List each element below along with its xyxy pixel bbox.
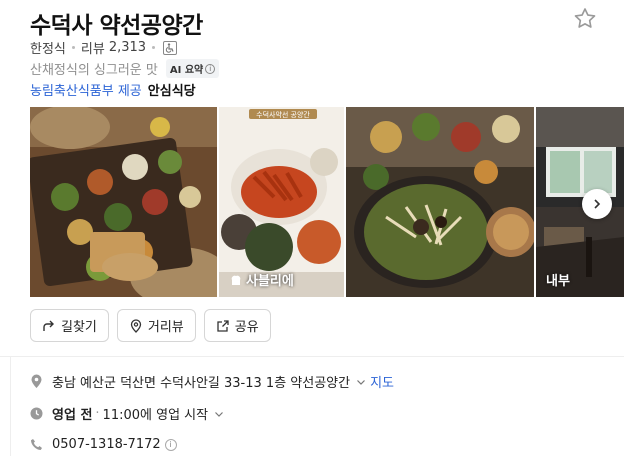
food-photo-image: 수덕사약선 공양간	[219, 107, 344, 297]
directions-icon	[43, 320, 54, 331]
street-view-label: 거리뷰	[147, 320, 184, 335]
place-header: 수덕사 약선공양간 한정식 리뷰 2,313 산채정식의 싱그러운 맛 AI 요…	[30, 0, 610, 100]
review-count[interactable]: 2,313	[109, 40, 146, 55]
address-row: 충남 예산군 덕산면 수덕사안길 33-13 1층 약선공양간 지도	[30, 372, 394, 391]
photo-label: 내부	[546, 270, 570, 289]
info-icon[interactable]: i	[205, 63, 216, 74]
wheelchair-icon	[163, 40, 178, 55]
left-border	[10, 356, 11, 456]
address-text[interactable]: 충남 예산군 덕산면 수덕사안길 33-13 1층 약선공양간	[52, 372, 350, 391]
section-divider	[0, 356, 624, 357]
gallery-photo[interactable]: 수덕사약선 공양간 사블리에	[219, 107, 344, 297]
chevron-down-icon[interactable]	[356, 377, 366, 387]
photo-label-text: 사블리에	[246, 274, 294, 289]
gallery-photo[interactable]	[30, 107, 217, 297]
photo-label-text: 내부	[546, 274, 570, 289]
hours-row: 영업 전 · 11:00에 영업 시작	[30, 404, 228, 423]
clock-icon	[30, 407, 43, 420]
street-view-button[interactable]: 거리뷰	[116, 309, 196, 342]
sign-text: 수덕사약선 공양간	[256, 110, 310, 119]
phone-row: 0507-1318-7172 i	[30, 437, 177, 452]
chef-hat-icon	[231, 275, 241, 285]
photo-gallery: 수덕사약선 공양간 사블리에 내부	[30, 107, 624, 297]
category-review-row: 한정식 리뷰 2,313	[30, 38, 178, 57]
certification-link[interactable]: 농림축산식품부 제공	[30, 80, 142, 99]
save-star-icon[interactable]	[572, 6, 598, 32]
phone-number[interactable]: 0507-1318-7172	[52, 437, 161, 452]
share-label: 공유	[234, 320, 259, 335]
separator-dot: ·	[95, 406, 100, 421]
summary-row: 산채정식의 싱그러운 맛 AI 요약 i	[30, 59, 220, 78]
directions-button[interactable]: 길찾기	[30, 309, 109, 342]
photo-label: 사블리에	[229, 270, 294, 289]
food-photo-image	[346, 107, 534, 297]
location-pin-icon	[130, 318, 142, 333]
directions-label: 길찾기	[61, 320, 97, 335]
safe-restaurant-badge: 안심식당	[147, 84, 196, 99]
summary-text: 산채정식의 싱그러운 맛	[30, 63, 158, 78]
chevron-right-icon	[594, 199, 601, 209]
ai-summary-label: AI 요약	[169, 65, 204, 76]
share-icon	[217, 319, 229, 332]
food-photo-image	[30, 107, 217, 297]
share-button[interactable]: 공유	[203, 309, 271, 342]
map-link[interactable]: 지도	[370, 372, 394, 391]
gallery-photo[interactable]	[346, 107, 534, 297]
place-title: 수덕사 약선공양간	[30, 13, 203, 39]
action-buttons: 길찾기 거리뷰 공유	[30, 309, 271, 342]
category-label: 한정식	[30, 42, 66, 57]
location-pin-icon	[31, 374, 42, 388]
review-label[interactable]: 리뷰	[81, 38, 105, 57]
phone-icon	[31, 439, 42, 450]
hours-text[interactable]: 11:00에 영업 시작	[103, 404, 209, 423]
ai-summary-badge[interactable]: AI 요약 i	[165, 59, 220, 78]
hours-status: 영업 전	[52, 408, 93, 423]
separator-dot	[152, 46, 156, 49]
gallery-next-button[interactable]	[582, 189, 612, 219]
separator-dot	[71, 46, 75, 49]
certification-row: 농림축산식품부 제공 안심식당	[30, 80, 196, 99]
info-icon[interactable]: i	[164, 438, 177, 451]
chevron-down-icon[interactable]	[214, 409, 224, 419]
